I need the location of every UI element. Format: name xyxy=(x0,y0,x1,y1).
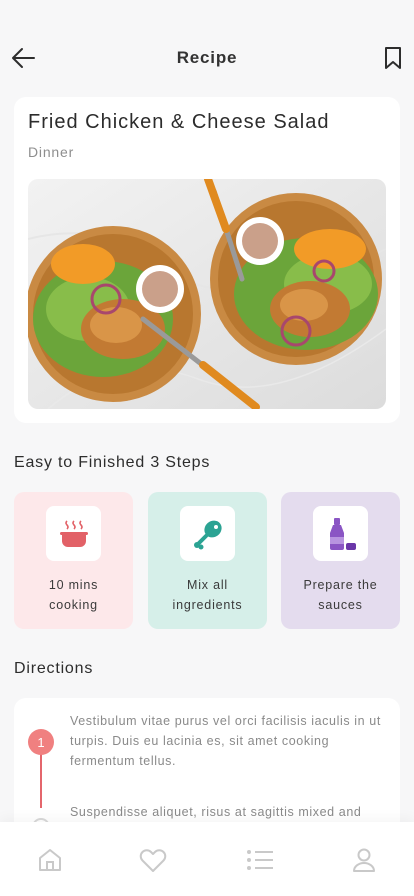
step-card-cooking[interactable]: 10 mins cooking xyxy=(14,492,133,629)
step-icon-box xyxy=(313,506,368,561)
drumstick-icon xyxy=(193,520,222,549)
cooking-pot-icon xyxy=(59,519,88,547)
recipe-photo xyxy=(28,179,386,409)
bottom-nav xyxy=(0,822,414,896)
direction-step-text: Vestibulum vitae purus vel orci facilisi… xyxy=(70,714,381,768)
list-icon xyxy=(247,850,273,870)
step-label: 10 mins cooking xyxy=(24,575,124,615)
arrow-left-icon[interactable] xyxy=(10,46,36,70)
step-label-line: Mix all xyxy=(186,578,229,592)
step-icon-box xyxy=(46,506,101,561)
steps-title: Easy to Finished 3 Steps xyxy=(14,454,211,471)
step-label: Mix all ingredients xyxy=(158,575,258,615)
step-label-line: Prepare the xyxy=(303,578,378,592)
recipe-category: Dinner xyxy=(28,144,75,160)
step-label-line: cooking xyxy=(49,598,98,612)
step-label-line: 10 mins xyxy=(48,578,99,592)
home-icon xyxy=(39,849,61,871)
top-bar: Recipe xyxy=(0,36,414,80)
step-label-line: ingredients xyxy=(172,598,243,612)
timeline-line xyxy=(40,752,42,808)
step-number-badge: 1 xyxy=(28,729,54,755)
step-icon-box xyxy=(180,506,235,561)
step-label: Prepare the sauces xyxy=(291,575,391,615)
nav-home[interactable] xyxy=(36,846,64,874)
direction-step-text: Suspendisse aliquet, risus at sagittis m… xyxy=(70,805,362,819)
recipe-title: Fried Chicken & Cheese Salad xyxy=(28,111,330,133)
directions-title: Directions xyxy=(14,660,94,677)
recipe-card: Fried Chicken & Cheese Salad Dinner xyxy=(14,97,400,423)
nav-list[interactable] xyxy=(246,846,274,874)
nav-profile[interactable] xyxy=(350,846,378,874)
step-card-mix[interactable]: Mix all ingredients xyxy=(148,492,267,629)
page-title: Recipe xyxy=(176,48,238,67)
nav-favorites[interactable] xyxy=(139,846,167,874)
step-card-sauces[interactable]: Prepare the sauces xyxy=(281,492,400,629)
profile-icon xyxy=(353,848,375,872)
sauce-bottle-icon xyxy=(329,517,356,550)
step-label-line: sauces xyxy=(318,598,363,612)
heart-icon xyxy=(139,849,167,872)
bookmark-icon[interactable] xyxy=(384,46,402,70)
